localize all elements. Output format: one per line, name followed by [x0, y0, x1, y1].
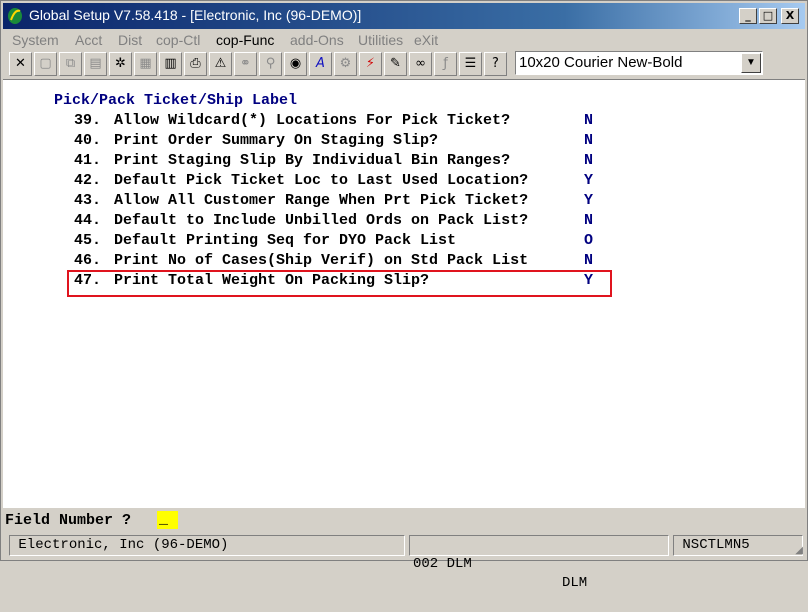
app-window: Global Setup V7.58.418 - [Electronic, In… — [0, 0, 808, 591]
item-46-number: 46. — [74, 252, 102, 269]
item-40-label: Print Order Summary On Staging Slip? — [114, 132, 439, 149]
window-title: Global Setup V7.58.418 - [Electronic, In… — [29, 7, 362, 23]
item-45-label: Default Printing Seq for DYO Pack List — [114, 232, 457, 249]
chevron-down-icon[interactable]: ▼ — [741, 53, 761, 73]
menu-add-ons[interactable]: add-Ons — [290, 32, 344, 48]
menu-utilities[interactable]: Utilities — [358, 32, 403, 48]
help-icon[interactable]: ? — [484, 52, 507, 76]
font-select[interactable]: 10x20 Courier New-Bold ▼ — [515, 51, 763, 75]
menu-cop-func[interactable]: cop-Func — [216, 32, 274, 48]
function-icon[interactable]: ƒ — [434, 52, 457, 76]
item-46-value[interactable]: N — [584, 252, 593, 269]
item-42-number: 42. — [74, 172, 102, 189]
font-icon[interactable]: A — [309, 52, 332, 76]
menu-bar: System Acct Dist cop-Ctl cop-Func add-On… — [3, 30, 805, 50]
settings-icon[interactable]: ✲ — [109, 52, 132, 76]
item-40-value[interactable]: N — [584, 132, 593, 149]
menu-cop-ctl[interactable]: cop-Ctl — [156, 32, 200, 48]
status-user: 002 DLM DLM — [409, 535, 669, 591]
status-user-name: DLM — [562, 575, 588, 591]
properties-icon[interactable]: ▦ — [134, 52, 157, 76]
item-40-number: 40. — [74, 132, 102, 149]
item-43-number: 43. — [74, 192, 102, 209]
globe-icon[interactable]: ◉ — [284, 52, 307, 76]
item-39-number: 39. — [74, 112, 102, 129]
item-45-number: 45. — [74, 232, 102, 249]
app-logo-icon — [8, 8, 22, 24]
item-41-number: 41. — [74, 152, 102, 169]
item-41-value[interactable]: N — [584, 152, 593, 169]
close-icon[interactable]: ✕ — [9, 52, 32, 76]
copy-icon[interactable]: ⧉ — [59, 52, 82, 76]
print-icon[interactable]: ⎙ — [184, 52, 207, 76]
item-39-value[interactable]: N — [584, 112, 593, 129]
maximize-button[interactable]: □ — [759, 8, 777, 24]
item-44-value[interactable]: N — [584, 212, 593, 229]
field-number-label: Field Number ? — [5, 512, 132, 529]
menu-system[interactable]: System — [12, 32, 59, 48]
item-43-value[interactable]: Y — [584, 192, 593, 209]
item-41-label: Print Staging Slip By Individual Bin Ran… — [114, 152, 511, 169]
search-icon[interactable]: ⚲ — [259, 52, 282, 76]
edit-icon[interactable]: ✎ — [384, 52, 407, 76]
minimize-button[interactable]: _ — [739, 8, 757, 24]
link-icon[interactable]: ∞ — [409, 52, 432, 76]
gear-icon[interactable]: ⚙ — [334, 52, 357, 76]
title-bar: Global Setup V7.58.418 - [Electronic, In… — [3, 3, 805, 29]
status-program-text: NSCTLMN5 — [682, 537, 750, 553]
binoculars-icon[interactable]: ⚭ — [234, 52, 257, 76]
menu-dist[interactable]: Dist — [118, 32, 142, 48]
status-user-code: 002 DLM — [413, 556, 472, 572]
item-44-number: 44. — [74, 212, 102, 229]
item-45-value[interactable]: O — [584, 232, 593, 249]
menu-acct[interactable]: Acct — [75, 32, 102, 48]
item-44-label: Default to Include Unbilled Ords on Pack… — [114, 212, 529, 229]
section-heading: Pick/Pack Ticket/Ship Label — [54, 92, 298, 109]
blank-icon[interactable]: ▢ — [34, 52, 57, 76]
close-button[interactable]: X — [781, 8, 799, 24]
menu-exit[interactable]: eXit — [414, 32, 438, 48]
font-select-value: 10x20 Courier New-Bold — [519, 54, 683, 71]
field-number-cursor: _ — [159, 511, 169, 528]
alert-icon[interactable]: ⚠ — [209, 52, 232, 76]
item-39-label: Allow Wildcard(*) Locations For Pick Tic… — [114, 112, 511, 129]
item-46-label: Print No of Cases(Ship Verif) on Std Pac… — [114, 252, 529, 269]
paste-icon[interactable]: ▤ — [84, 52, 107, 76]
field-number-input[interactable]: _ — [157, 511, 178, 529]
notes-icon[interactable]: ▥ — [159, 52, 182, 76]
status-company-text: Electronic, Inc (96-DEMO) — [18, 537, 229, 553]
item-42-label: Default Pick Ticket Loc to Last Used Loc… — [114, 172, 529, 189]
item-42-value[interactable]: Y — [584, 172, 593, 189]
resize-grip-icon[interactable]: ◢ — [795, 545, 803, 556]
lightning-icon[interactable]: ⚡ — [359, 52, 382, 76]
status-program: NSCTLMN5 — [673, 535, 803, 556]
highlight-box — [67, 270, 612, 297]
item-43-label: Allow All Customer Range When Prt Pick T… — [114, 192, 529, 209]
field-prompt-bar: Field Number ? _ — [3, 508, 805, 532]
list-icon[interactable]: ☰ — [459, 52, 482, 76]
status-company: Electronic, Inc (96-DEMO) — [9, 535, 405, 556]
status-bar: Electronic, Inc (96-DEMO) 002 DLM DLM NS… — [3, 532, 805, 591]
